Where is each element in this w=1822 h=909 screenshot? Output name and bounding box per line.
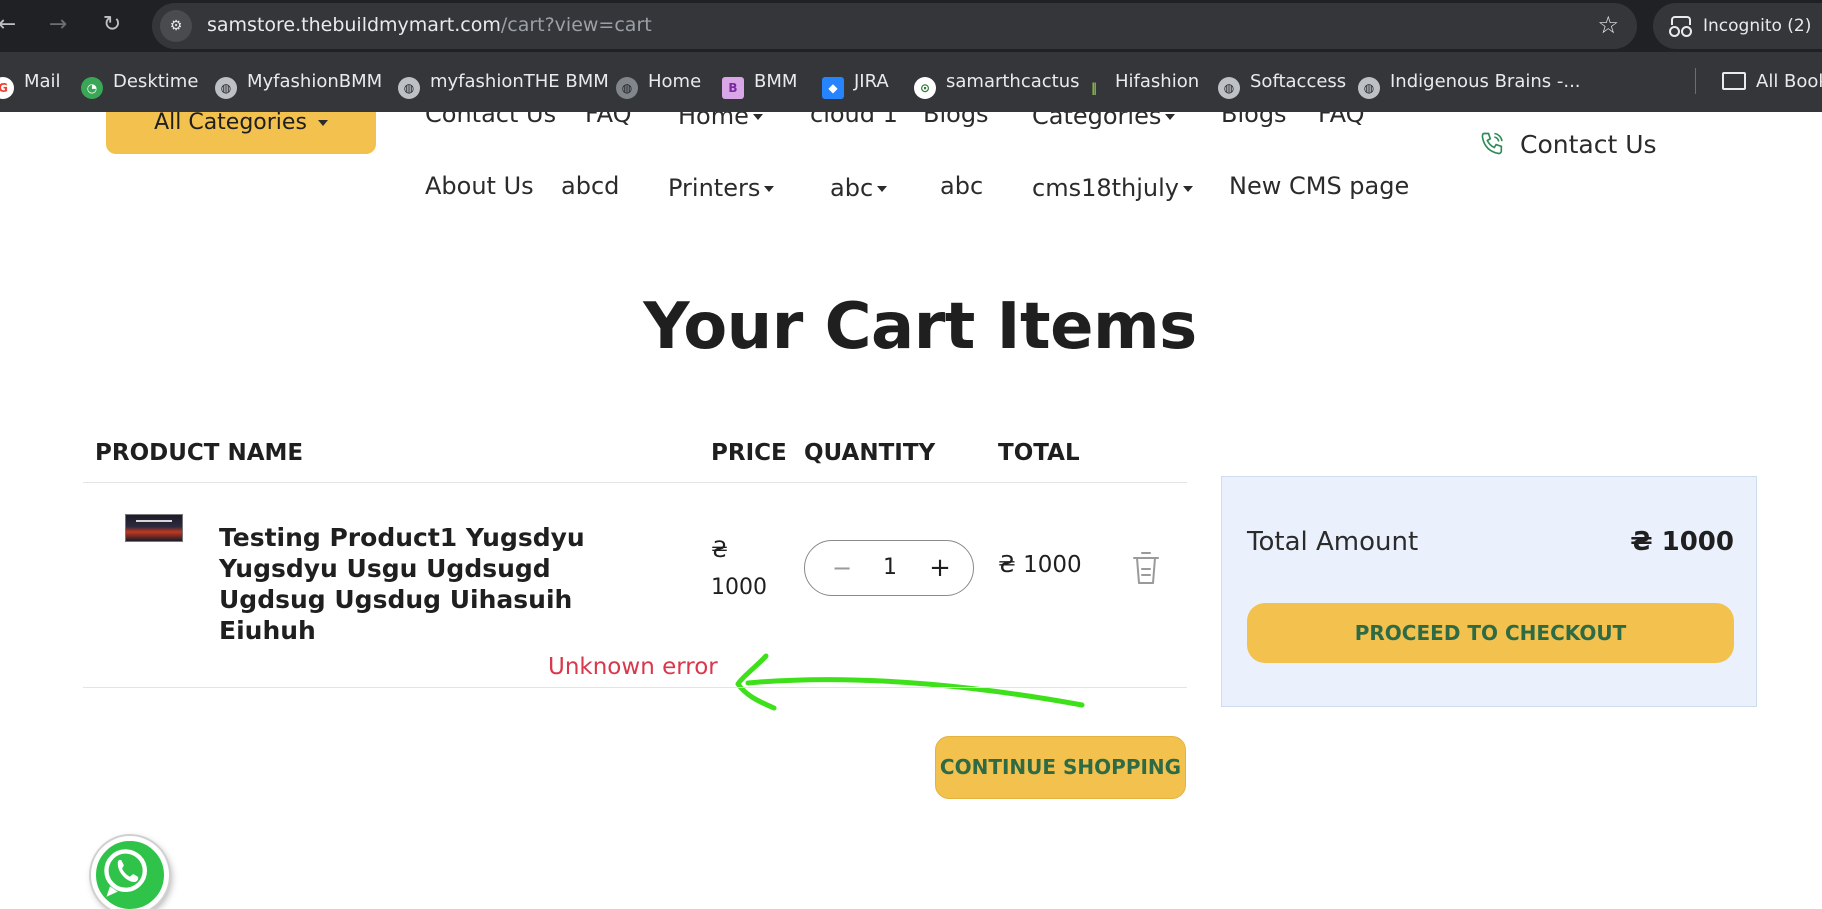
globe-icon: ◍ bbox=[1218, 77, 1240, 99]
bookmark-item[interactable]: B BMM bbox=[722, 68, 797, 99]
column-header-price: PRICE bbox=[711, 440, 787, 466]
browser-toolbar: ← → ↻ ⚙ samstore.thebuildmymart.com/cart… bbox=[0, 0, 1822, 52]
hifashion-icon: ‖ bbox=[1083, 77, 1105, 99]
decrease-quantity-button[interactable]: − bbox=[827, 553, 857, 583]
globe-icon: ◍ bbox=[616, 77, 638, 99]
cactus-icon: ⊙ bbox=[914, 77, 936, 99]
bookmark-item[interactable]: ◆ JIRA bbox=[822, 68, 889, 99]
url-text[interactable]: samstore.thebuildmymart.com/cart?view=ca… bbox=[207, 14, 652, 36]
whatsapp-button[interactable] bbox=[91, 836, 169, 909]
line-total: ₴ 1000 bbox=[998, 552, 1082, 578]
chevron-down-icon bbox=[317, 120, 328, 126]
bookmark-star-icon[interactable]: ☆ bbox=[1597, 12, 1619, 38]
site-info-icon[interactable]: ⚙ bbox=[160, 10, 192, 42]
quantity-value[interactable]: 1 bbox=[865, 553, 915, 583]
chevron-down-icon bbox=[1183, 186, 1193, 192]
nav-new-cms-page[interactable]: New CMS page bbox=[1229, 172, 1409, 200]
trash-icon[interactable] bbox=[1131, 550, 1161, 586]
globe-icon: ◍ bbox=[215, 77, 237, 99]
bookmark-item[interactable]: ⊙ samarthcactus bbox=[914, 68, 1080, 99]
forward-arrow-icon[interactable]: → bbox=[45, 12, 71, 38]
error-message: Unknown error bbox=[548, 654, 718, 680]
bookmark-item[interactable]: ◍ MyfashionBMM bbox=[215, 68, 382, 99]
incognito-badge[interactable]: Incognito (2) bbox=[1653, 3, 1822, 49]
address-bar[interactable]: ⚙ samstore.thebuildmymart.com/cart?view=… bbox=[152, 3, 1637, 49]
nav-abc-2[interactable]: abc bbox=[940, 172, 983, 200]
product-thumbnail[interactable] bbox=[125, 514, 183, 542]
proceed-to-checkout-button[interactable]: PROCEED TO CHECKOUT bbox=[1247, 603, 1734, 663]
incognito-icon bbox=[1669, 16, 1691, 37]
page-title: Your Cart Items bbox=[643, 290, 1197, 364]
nav-home[interactable]: Home bbox=[678, 112, 763, 130]
chevron-down-icon bbox=[764, 186, 775, 192]
all-bookmarks[interactable]: All Bookmarks bbox=[1722, 68, 1822, 96]
column-header-total: TOTAL bbox=[998, 440, 1080, 466]
nav-abcd[interactable]: abcd bbox=[561, 172, 619, 200]
nav-printers[interactable]: Printers bbox=[668, 174, 775, 202]
bmm-icon: B bbox=[722, 77, 744, 99]
table-divider bbox=[83, 687, 1187, 688]
nav-cms18thjuly[interactable]: cms18thjuly bbox=[1032, 174, 1193, 202]
cart-page: All Categories Contact Us FAQ Home cloud… bbox=[0, 112, 1822, 909]
google-icon: G bbox=[0, 77, 14, 99]
nav-about-us[interactable]: About Us bbox=[425, 172, 534, 200]
nav-cloud[interactable]: cloud 1 bbox=[810, 112, 898, 128]
folder-icon bbox=[1722, 72, 1746, 90]
whatsapp-icon bbox=[104, 849, 147, 897]
column-header-product: PRODUCT NAME bbox=[95, 440, 304, 466]
chevron-down-icon bbox=[752, 114, 763, 120]
nav-faq-2[interactable]: FAQ bbox=[1318, 112, 1365, 128]
header-contact-us[interactable]: Contact Us bbox=[1478, 130, 1657, 159]
jira-icon: ◆ bbox=[822, 77, 844, 99]
total-amount-value: ₴ 1000 bbox=[1630, 527, 1734, 557]
desktime-icon: ◔ bbox=[81, 77, 103, 99]
bookmark-item[interactable]: ◍ Home bbox=[616, 68, 701, 99]
bookmark-item[interactable]: ◍ Indigenous Brains -... bbox=[1358, 68, 1581, 99]
back-arrow-icon[interactable]: ← bbox=[0, 12, 20, 38]
bookmark-item[interactable]: ‖ Hifashion bbox=[1083, 68, 1199, 99]
nav-categories[interactable]: Categories bbox=[1032, 112, 1176, 130]
chevron-down-icon bbox=[877, 186, 888, 192]
nav-faq[interactable]: FAQ bbox=[585, 112, 632, 128]
total-amount-label: Total Amount bbox=[1247, 527, 1419, 557]
globe-icon: ◍ bbox=[398, 77, 420, 99]
bookmarks-divider bbox=[1695, 68, 1696, 94]
product-name[interactable]: Testing Product1 Yugsdyu Yugsdyu Usgu Ug… bbox=[219, 522, 659, 646]
bookmarks-bar: G Mail ◔ Desktime ◍ MyfashionBMM ◍ myfashion… bbox=[0, 52, 1822, 112]
nav-blogs[interactable]: Blogs bbox=[923, 112, 989, 128]
quantity-stepper: − 1 + bbox=[804, 540, 974, 596]
bookmark-item[interactable]: G Mail bbox=[0, 68, 61, 99]
chevron-down-icon bbox=[1165, 114, 1176, 120]
nav-blogs-2[interactable]: Blogs bbox=[1221, 112, 1287, 128]
phone-icon bbox=[1481, 132, 1503, 155]
table-divider bbox=[83, 482, 1187, 483]
globe-icon: ◍ bbox=[1358, 77, 1380, 99]
nav-abc[interactable]: abc bbox=[830, 174, 888, 202]
nav-contact-us[interactable]: Contact Us bbox=[425, 112, 556, 128]
increase-quantity-button[interactable]: + bbox=[925, 553, 955, 583]
bookmark-item[interactable]: ◍ myfashionTHE BMM bbox=[398, 68, 609, 99]
bookmark-item[interactable]: ◍ Softaccess bbox=[1218, 68, 1346, 99]
all-categories-button[interactable]: All Categories bbox=[106, 112, 376, 154]
order-summary: Total Amount ₴ 1000 PROCEED TO CHECKOUT bbox=[1221, 476, 1757, 707]
column-header-quantity: QUANTITY bbox=[804, 440, 936, 466]
annotation-arrow bbox=[735, 653, 1085, 711]
continue-shopping-button[interactable]: CONTINUE SHOPPING bbox=[935, 736, 1186, 799]
bookmark-item[interactable]: ◔ Desktime bbox=[81, 68, 198, 99]
reload-icon[interactable]: ↻ bbox=[99, 12, 125, 38]
product-price: ₴ 1000 bbox=[711, 538, 767, 600]
